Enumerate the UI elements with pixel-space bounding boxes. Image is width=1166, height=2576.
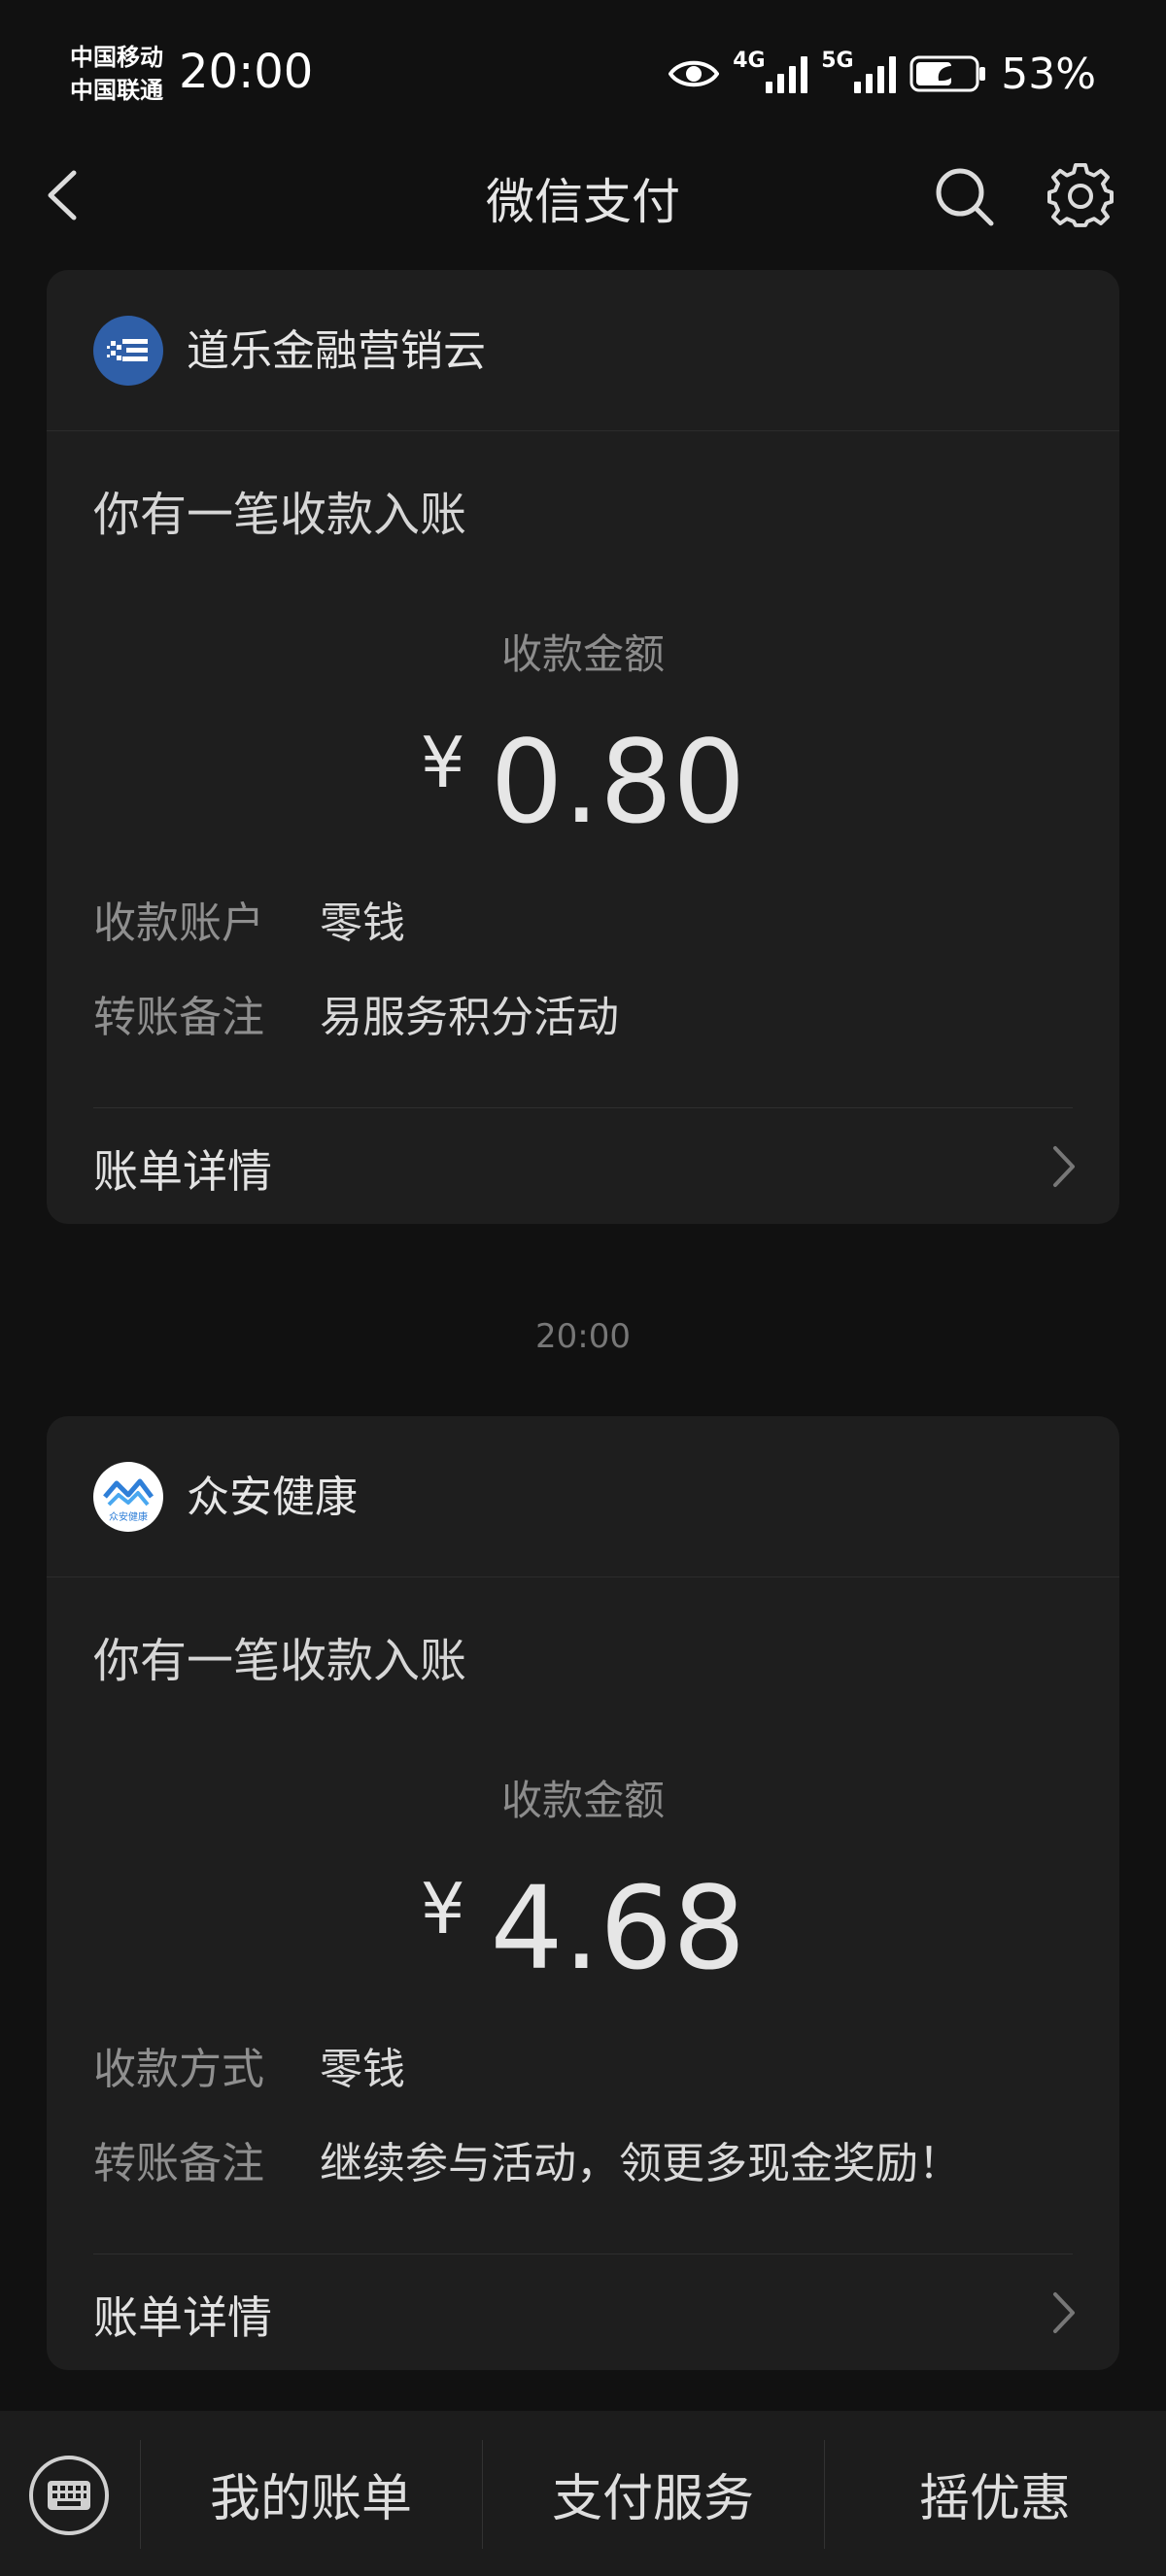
amount-value: ¥4.68 [47, 1861, 1119, 1995]
card-header: 众安健康 众安健康 [47, 1416, 1119, 1577]
currency-symbol: ¥ [420, 722, 465, 803]
message-title: 你有一笔收款入账 [93, 488, 467, 542]
merchant-logo-icon: 众安健康 [93, 1462, 163, 1532]
network-label-1: 4G [733, 49, 766, 73]
menu-shake-offers[interactable]: 摇优惠 [824, 2411, 1166, 2576]
logo-text: 众安健康 [109, 1510, 148, 1523]
receive-account-value: 零钱 [320, 898, 405, 948]
receive-method-label: 收款方式 [93, 2045, 264, 2094]
keyboard-toggle-button[interactable] [29, 2456, 109, 2535]
merchant-name: 众安健康 [187, 1473, 358, 1522]
amount-number: 0.80 [490, 715, 746, 849]
signal-4g: 4G [733, 49, 808, 93]
amount-label: 收款金额 [500, 1777, 665, 1824]
divider [93, 1107, 1073, 1108]
keyboard-icon [48, 2481, 90, 2510]
receive-account-label: 收款账户 [93, 898, 264, 948]
menu-payment-services[interactable]: 支付服务 [482, 2411, 824, 2576]
transfer-note-value: 继续参与活动，领更多现金奖励！ [320, 2139, 961, 2188]
payment-card-2: 众安健康 众安健康 你有一笔收款入账 收款金额 ¥4.68 收款方式 零钱 转账… [47, 1416, 1119, 2370]
search-icon[interactable] [933, 165, 995, 227]
carrier-info: 中国移动 中国联通 [70, 41, 163, 107]
bill-detail-link[interactable]: 账单详情 [93, 1136, 272, 1201]
battery-percent: 53% [1001, 49, 1096, 99]
amount-number: 4.68 [490, 1861, 746, 1995]
amount-label: 收款金额 [500, 630, 665, 678]
signal-bars-icon [766, 54, 808, 93]
battery-icon [909, 55, 986, 92]
chevron-right-icon[interactable] [1049, 2290, 1079, 2335]
signal-5g: 5G [821, 49, 897, 93]
signal-bars-icon [854, 54, 897, 93]
menu-my-bills[interactable]: 我的账单 [140, 2411, 482, 2576]
gear-icon[interactable] [1047, 163, 1114, 229]
transfer-note-value: 易服务积分活动 [320, 993, 619, 1042]
merchant-name: 道乐金融营销云 [187, 326, 486, 376]
carrier-1: 中国移动 [70, 44, 163, 71]
nav-bar: 微信支付 [0, 146, 1166, 243]
bottom-menu-bar: 我的账单 支付服务 摇优惠 [0, 2411, 1166, 2576]
status-icons: 4G 5G 53% [669, 45, 1096, 103]
amount-value: ¥0.80 [47, 715, 1119, 849]
status-bar: 中国移动 中国联通 20:00 4G 5G 53% [0, 0, 1166, 146]
message-title: 你有一笔收款入账 [93, 1634, 467, 1688]
status-time: 20:00 [179, 45, 314, 99]
transfer-note-label: 转账备注 [93, 2139, 264, 2188]
transfer-note-label: 转账备注 [93, 993, 264, 1042]
receive-method-value: 零钱 [320, 2045, 405, 2094]
merchant-logo-icon [93, 316, 163, 386]
currency-symbol: ¥ [420, 1868, 465, 1949]
message-timestamp: 20:00 [535, 1317, 631, 1356]
network-label-2: 5G [821, 49, 854, 73]
bill-detail-link[interactable]: 账单详情 [93, 2283, 272, 2347]
chevron-right-icon[interactable] [1049, 1144, 1079, 1189]
card-header: 道乐金融营销云 [47, 270, 1119, 431]
eye-icon [669, 60, 720, 87]
wechat-pay-screen: 中国移动 中国联通 20:00 4G 5G 53% 微信支付 道乐金融营销云 你… [0, 0, 1166, 2576]
carrier-2: 中国联通 [70, 77, 163, 104]
payment-card-1: 道乐金融营销云 你有一笔收款入账 收款金额 ¥0.80 收款账户 零钱 转账备注… [47, 270, 1119, 1224]
